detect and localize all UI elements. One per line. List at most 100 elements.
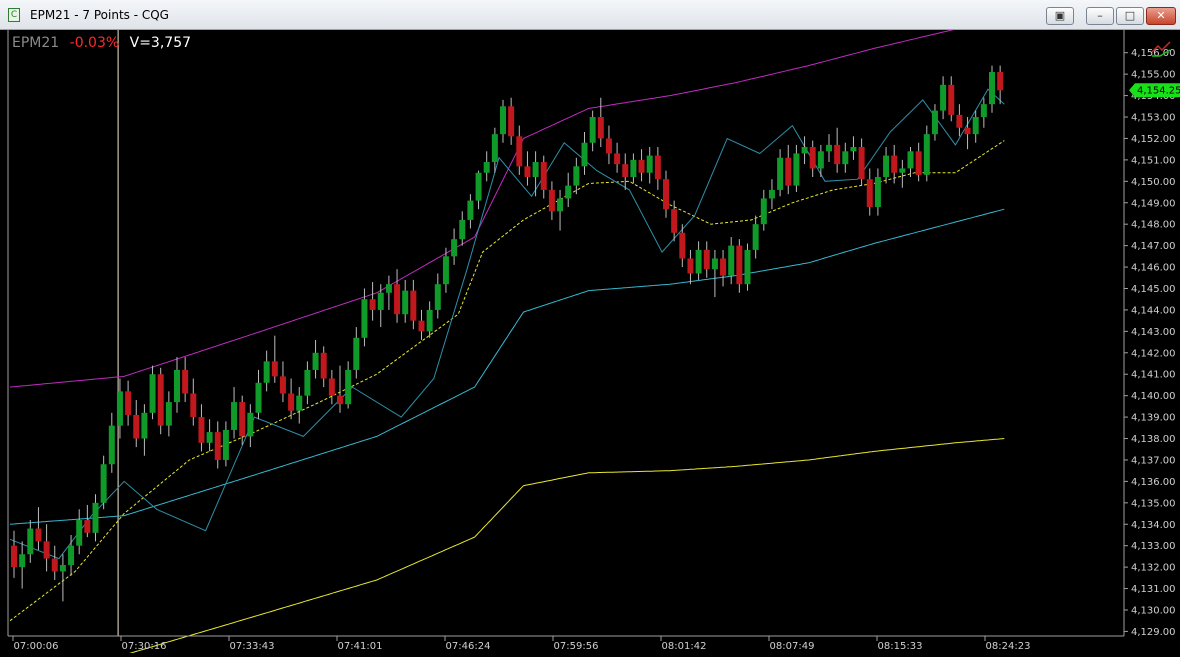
y-tick-label: 4,143.00 xyxy=(1131,327,1176,338)
y-tick-label: 4,136.00 xyxy=(1131,477,1176,488)
candle-down xyxy=(687,258,694,274)
candle-down xyxy=(394,284,401,315)
candle-down xyxy=(43,541,50,559)
minimize-icon[interactable]: – xyxy=(1086,7,1114,25)
candle-down xyxy=(834,144,841,165)
cqg-app-icon[interactable]: C xyxy=(8,8,20,22)
restore-icon[interactable]: ▣ xyxy=(1046,7,1074,25)
candle-down xyxy=(597,117,604,139)
candle-up xyxy=(385,284,392,293)
maximize-icon[interactable]: □ xyxy=(1116,7,1144,25)
candle-up xyxy=(247,412,254,437)
candle-down xyxy=(320,352,327,379)
y-tick-label: 4,130.00 xyxy=(1131,605,1176,616)
y-tick-label: 4,155.00 xyxy=(1131,70,1176,81)
candle-down xyxy=(720,258,727,276)
candle-down xyxy=(605,138,612,154)
candle-up xyxy=(92,502,99,533)
x-tick-label: 07:41:01 xyxy=(338,641,383,652)
chart-area[interactable]: 4,156.004,155.004,154.004,153.004,152.00… xyxy=(0,15,1180,657)
y-tick-label: 4,153.00 xyxy=(1131,113,1176,124)
candle-down xyxy=(956,114,963,128)
candle-up xyxy=(68,545,75,565)
y-tick-label: 4,148.00 xyxy=(1131,220,1176,231)
y-tick-label: 4,131.00 xyxy=(1131,584,1176,595)
candle-up xyxy=(532,162,539,178)
lower-band-line xyxy=(79,438,1005,657)
candle-down xyxy=(410,290,417,321)
candle-up xyxy=(442,256,449,285)
candle-up xyxy=(361,299,368,338)
y-tick-label: 4,139.00 xyxy=(1131,413,1176,424)
x-tick-label: 08:15:33 xyxy=(878,641,923,652)
candle-up xyxy=(491,134,498,163)
candle-up xyxy=(402,290,409,315)
candle-up xyxy=(116,391,123,426)
candle-up xyxy=(931,110,938,135)
chart-header: EPM21 -0.03% V=3,757 xyxy=(12,35,197,51)
candle-up xyxy=(972,117,979,135)
candle-down xyxy=(663,179,669,210)
candle-down xyxy=(703,249,710,270)
change-label: -0.03% xyxy=(69,35,120,51)
candle-up xyxy=(923,134,930,175)
candle-up xyxy=(907,151,914,169)
candle-up xyxy=(255,382,262,413)
y-tick-label: 4,150.00 xyxy=(1131,177,1176,188)
candle-down xyxy=(866,179,873,208)
candle-up xyxy=(108,425,115,465)
volume-label: V=3,757 xyxy=(129,35,192,51)
candle-up xyxy=(345,369,352,405)
candle-down xyxy=(51,558,58,572)
title-bar: C EPM21 - 7 Points - CQG ▣ – □ ✕ xyxy=(0,0,1180,30)
candle-down xyxy=(736,245,743,285)
candle-down xyxy=(997,72,1004,91)
candle-up xyxy=(630,159,637,178)
candle-down xyxy=(891,155,898,173)
y-tick-label: 4,146.00 xyxy=(1131,263,1176,274)
close-icon[interactable]: ✕ xyxy=(1146,7,1176,25)
candle-down xyxy=(679,232,686,259)
last-price-label: 4,154.25 xyxy=(1137,86,1180,97)
upper-band-line xyxy=(9,15,1005,388)
candle-up xyxy=(801,147,808,154)
candle-up xyxy=(557,198,564,212)
price-chart[interactable]: 4,156.004,155.004,154.004,153.004,152.00… xyxy=(0,15,1180,657)
candle-down xyxy=(809,147,816,169)
oscillator-line xyxy=(9,88,1005,560)
candle-up xyxy=(312,352,319,370)
y-tick-label: 4,137.00 xyxy=(1131,455,1176,466)
candle-up xyxy=(206,432,213,443)
candle-down xyxy=(915,151,922,175)
candle-down xyxy=(524,166,531,178)
x-tick-label: 08:24:23 xyxy=(986,641,1031,652)
candle-up xyxy=(27,528,34,555)
candle-up xyxy=(565,185,572,199)
candle-up xyxy=(573,166,580,186)
candle-down xyxy=(35,528,42,542)
y-tick-label: 4,142.00 xyxy=(1131,348,1176,359)
candle-up xyxy=(744,249,751,285)
candle-down xyxy=(654,155,661,180)
candle-down xyxy=(638,159,645,173)
candle-up xyxy=(353,337,360,370)
candle-down xyxy=(182,369,189,394)
candle-down xyxy=(133,414,140,439)
y-tick-label: 4,151.00 xyxy=(1131,155,1176,166)
candle-up xyxy=(768,189,775,199)
candle-up xyxy=(174,369,180,403)
candle-up xyxy=(874,177,881,208)
candle-up xyxy=(377,292,384,310)
candle-up xyxy=(459,219,466,240)
candle-up xyxy=(500,106,506,135)
candle-up xyxy=(483,162,490,173)
candle-up xyxy=(451,239,458,257)
candle-up xyxy=(989,72,995,105)
candle-down xyxy=(190,393,197,418)
y-tick-label: 4,145.00 xyxy=(1131,284,1176,295)
y-tick-label: 4,152.00 xyxy=(1131,134,1176,145)
y-tick-label: 4,132.00 xyxy=(1131,563,1176,574)
candle-up xyxy=(149,374,156,413)
candle-down xyxy=(540,162,547,190)
candle-down xyxy=(288,393,295,411)
